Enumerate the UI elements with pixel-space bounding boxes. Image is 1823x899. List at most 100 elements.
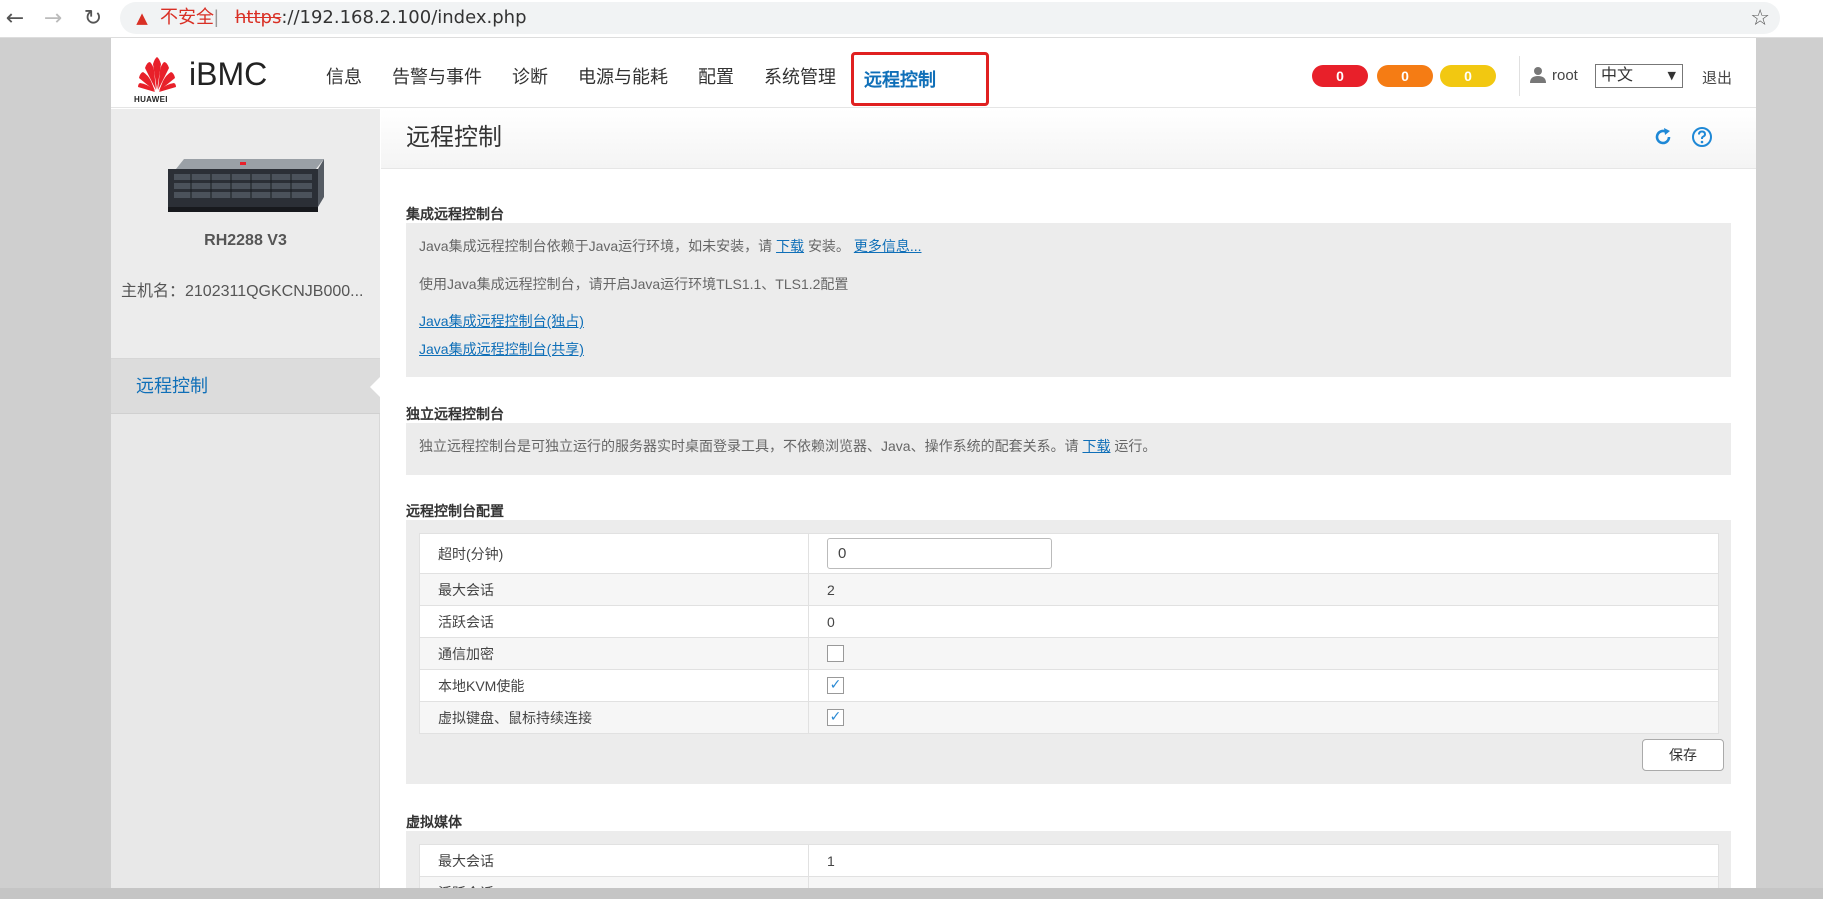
url-scheme: https	[235, 7, 282, 28]
window-bottom-edge	[0, 888, 1823, 899]
integrated-download-link[interactable]: 下载	[776, 238, 804, 254]
standalone-download-link[interactable]: 下载	[1082, 438, 1110, 454]
local-kvm-label: 本地KVM使能	[419, 669, 809, 702]
table-row: 本地KVM使能 ✓	[419, 669, 1719, 702]
java-console-exclusive-line: Java集成远程控制台(独占)	[419, 311, 584, 331]
browser-toolbar: ← → ↻ ▲ 不安全 | https://192.168.2.100/inde…	[0, 0, 1823, 38]
insecure-label[interactable]: 不安全	[160, 8, 214, 28]
refresh-icon[interactable]	[1652, 126, 1674, 148]
server-hostname: 主机名：2102311QGKCNJB000...	[121, 283, 364, 300]
content-header: 远程控制	[381, 109, 1756, 169]
java-console-shared-line: Java集成远程控制台(共享)	[419, 339, 584, 359]
integrated-line-1: Java集成远程控制台依赖于Java运行环境，如未安装，请 下载 安装。 更多信…	[419, 236, 922, 256]
address-bar[interactable]: ▲ 不安全 | https://192.168.2.100/index.php …	[120, 2, 1780, 34]
huawei-logo-text: HUAWEI	[134, 95, 168, 104]
integrated-console-title: 集成远程控制台	[406, 206, 504, 222]
standalone-console-box: 独立远程控制台是可独立运行的服务器实时桌面登录工具，不依赖浏览器、Java、操作…	[406, 423, 1731, 475]
table-row: 虚拟键盘、鼠标持续连接 ✓	[419, 701, 1719, 734]
critical-alarm-badge[interactable]: 0	[1312, 65, 1368, 87]
language-select[interactable]: 中文 ▼	[1595, 64, 1683, 88]
bookmark-star-icon[interactable]: ☆	[1750, 6, 1770, 31]
standalone-line: 独立远程控制台是可独立运行的服务器实时桌面登录工具，不依赖浏览器、Java、操作…	[419, 436, 1156, 456]
url-text[interactable]: https://192.168.2.100/index.php	[235, 8, 527, 28]
top-header: HUAWEI iBMC 信息 告警与事件 诊断 电源与能耗 配置 系统管理 远程…	[111, 38, 1756, 108]
forward-icon[interactable]: →	[38, 4, 68, 34]
nav-system-management[interactable]: 系统管理	[749, 38, 851, 108]
max-sessions-value: 2	[808, 573, 1719, 606]
help-icon[interactable]	[1691, 126, 1713, 148]
encryption-cell	[808, 637, 1719, 670]
timeout-label: 超时(分钟)	[419, 533, 809, 574]
save-button[interactable]: 保存	[1642, 739, 1724, 771]
url-path: ://192.168.2.100/index.php	[281, 7, 527, 28]
chevron-down-icon: ▼	[1667, 69, 1676, 82]
virtual-media-title: 虚拟媒体	[406, 814, 462, 830]
local-kvm-cell: ✓	[808, 669, 1719, 702]
virtual-media-box: 最大会话 1 活跃会话 0	[406, 831, 1731, 888]
warning-icon: ▲	[136, 9, 148, 27]
table-row: 活跃会话 0	[419, 876, 1719, 888]
encryption-checkbox[interactable]	[827, 645, 844, 663]
vm-max-sessions-label: 最大会话	[419, 844, 809, 877]
more-info-link[interactable]: 更多信息...	[854, 238, 922, 254]
nav-config[interactable]: 配置	[683, 38, 749, 108]
table-row: 活跃会话 0	[419, 605, 1719, 638]
table-row: 超时(分钟) 0	[419, 533, 1719, 574]
active-sessions-value: 0	[808, 605, 1719, 638]
standalone-text-b: 运行。	[1114, 438, 1157, 454]
nav-power[interactable]: 电源与能耗	[563, 38, 683, 108]
main-content: 远程控制 集成远程控制台 Java集成远程控制台依赖于Java运行环境，如未安装…	[381, 109, 1756, 888]
integrated-text-a: Java集成远程控制台依赖于Java运行环境，如未安装，请	[419, 238, 773, 254]
header-divider	[1519, 56, 1520, 96]
integrated-console-box: Java集成远程控制台依赖于Java运行环境，如未安装，请 下载 安装。 更多信…	[406, 223, 1731, 377]
ibmc-page: HUAWEI iBMC 信息 告警与事件 诊断 电源与能耗 配置 系统管理 远程…	[111, 38, 1756, 888]
sidebar-item-remote-control[interactable]: 远程控制	[111, 359, 381, 414]
local-kvm-checkbox[interactable]: ✓	[827, 677, 844, 695]
standalone-console-title: 独立远程控制台	[406, 406, 504, 422]
brand-title: iBMC	[189, 56, 268, 92]
address-separator: |	[214, 7, 219, 27]
main-nav: 信息 告警与事件 诊断 电源与能耗 配置 系统管理 远程控制	[311, 38, 989, 108]
server-model: RH2288 V3	[204, 232, 287, 249]
vm-active-sessions-label: 活跃会话	[419, 876, 809, 888]
language-value: 中文	[1601, 67, 1634, 84]
minor-alarm-badge[interactable]: 0	[1440, 65, 1496, 87]
nav-info[interactable]: 信息	[311, 38, 377, 108]
console-config-box: 超时(分钟) 0 最大会话 2 活跃会话 0 通信加密 本地KVM使能 ✓ 虚拟…	[406, 520, 1731, 784]
persistent-connection-checkbox[interactable]: ✓	[827, 709, 844, 727]
user-icon	[1530, 67, 1546, 83]
huawei-logo-icon	[138, 57, 176, 92]
logout-link[interactable]: 退出	[1702, 67, 1732, 88]
java-console-shared-link[interactable]: Java集成远程控制台(共享)	[419, 341, 584, 357]
integrated-line-2: 使用Java集成远程控制台，请开启Java运行环境TLS1.1、TLS1.2配置	[419, 276, 849, 292]
nav-alarms-events[interactable]: 告警与事件	[377, 38, 497, 108]
timeout-cell: 0	[808, 533, 1719, 574]
vm-max-sessions-value: 1	[808, 844, 1719, 877]
persistent-connection-cell: ✓	[808, 701, 1719, 734]
persistent-connection-label: 虚拟键盘、鼠标持续连接	[419, 701, 809, 734]
table-row: 通信加密	[419, 637, 1719, 670]
server-image	[168, 159, 324, 212]
table-row: 最大会话 2	[419, 573, 1719, 606]
page-title: 远程控制	[406, 124, 502, 151]
table-row: 最大会话 1	[419, 844, 1719, 877]
vm-active-sessions-value: 0	[808, 876, 1719, 888]
virtual-media-table: 最大会话 1 活跃会话 0	[419, 844, 1719, 888]
integrated-text-b: 安装。	[807, 238, 850, 254]
standalone-text-a: 独立远程控制台是可独立运行的服务器实时桌面登录工具，不依赖浏览器、Java、操作…	[419, 438, 1079, 454]
sidebar: RH2288 V3 主机名：2102311QGKCNJB000... 远程控制	[111, 109, 381, 888]
back-icon[interactable]: ←	[0, 4, 30, 34]
max-sessions-label: 最大会话	[419, 573, 809, 606]
server-summary: RH2288 V3 主机名：2102311QGKCNJB000...	[111, 109, 380, 359]
nav-remote-control[interactable]: 远程控制	[851, 52, 989, 106]
active-sessions-label: 活跃会话	[419, 605, 809, 638]
username: root	[1552, 67, 1578, 84]
console-config-title: 远程控制台配置	[406, 503, 504, 519]
major-alarm-badge[interactable]: 0	[1377, 65, 1433, 87]
java-console-exclusive-link[interactable]: Java集成远程控制台(独占)	[419, 313, 584, 329]
reload-icon[interactable]: ↻	[78, 4, 108, 34]
nav-diagnostics[interactable]: 诊断	[497, 38, 563, 108]
timeout-input[interactable]: 0	[827, 538, 1052, 569]
console-config-table: 超时(分钟) 0 最大会话 2 活跃会话 0 通信加密 本地KVM使能 ✓ 虚拟…	[419, 533, 1719, 734]
encryption-label: 通信加密	[419, 637, 809, 670]
